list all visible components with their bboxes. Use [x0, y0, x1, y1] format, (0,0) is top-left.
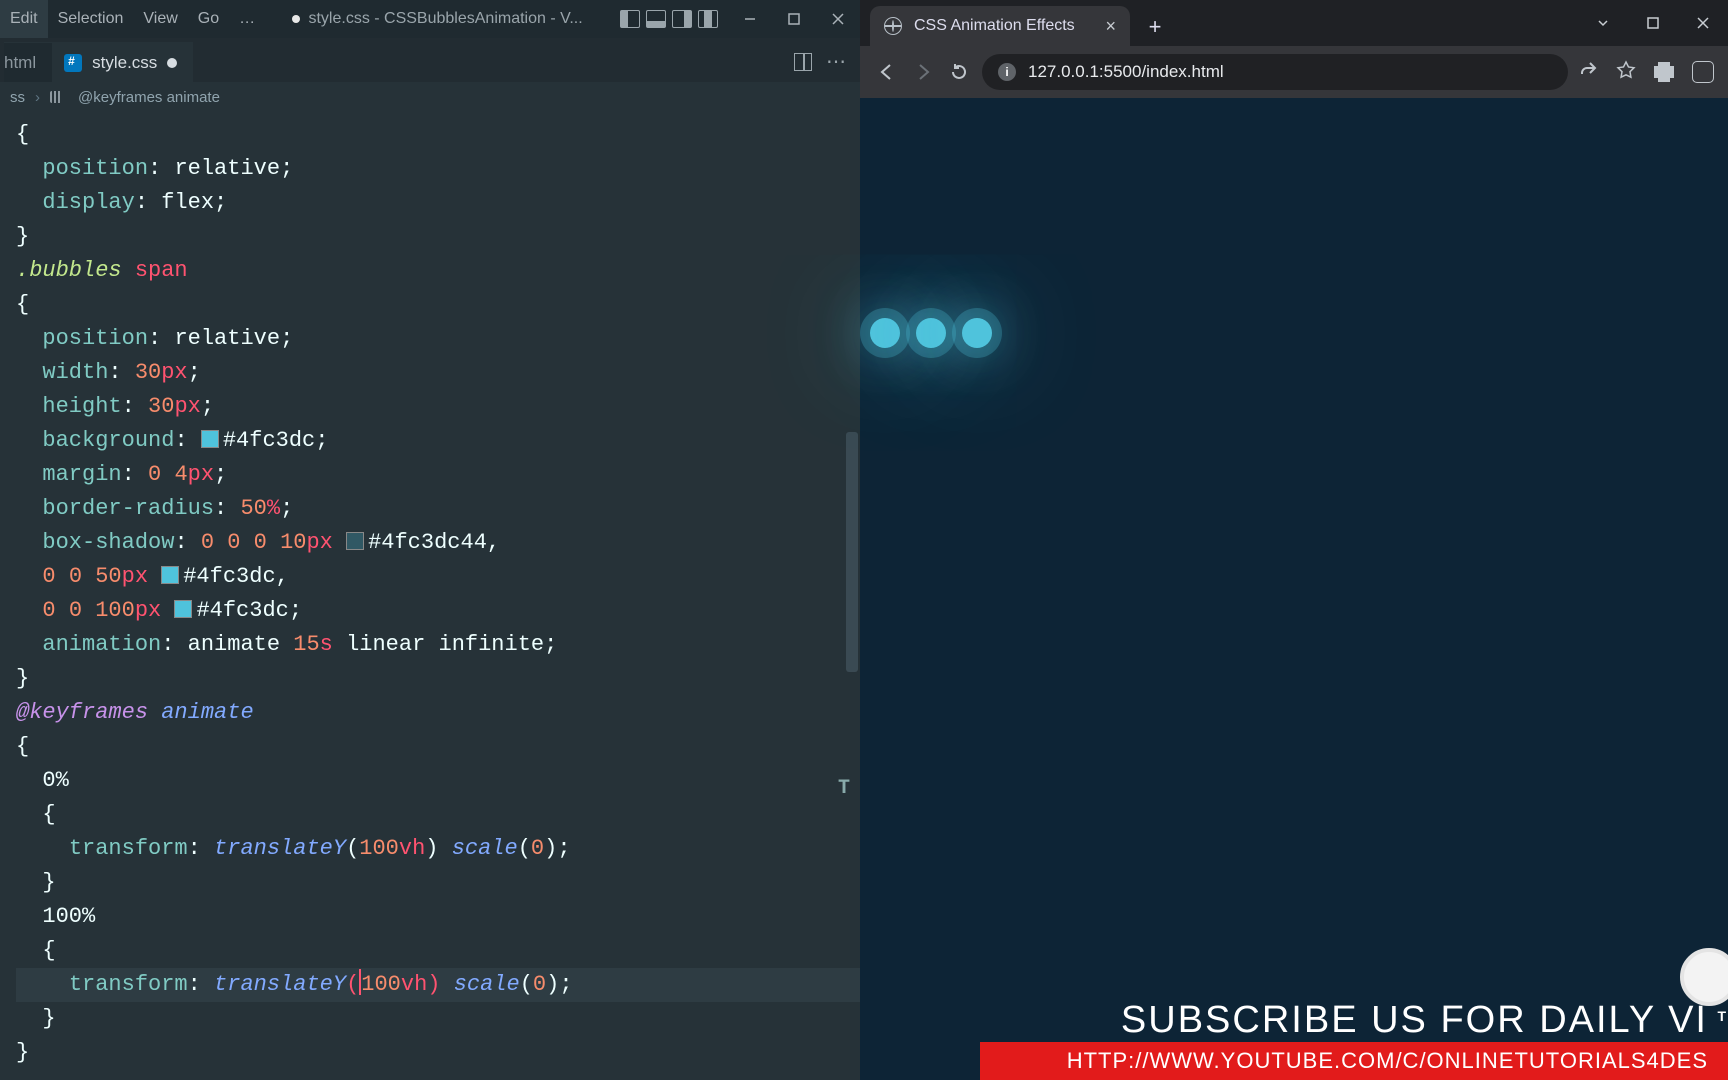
browser-maximize-button[interactable] [1628, 0, 1678, 46]
vscode-titlebar: Edit Selection View Go … style.css - CSS… [0, 0, 860, 38]
bubble [962, 318, 992, 348]
site-info-icon[interactable]: i [998, 63, 1016, 81]
tab-html[interactable]: html [4, 42, 52, 82]
layout-sidebar-left-icon[interactable] [620, 10, 640, 28]
nav-back-button[interactable] [874, 59, 900, 85]
code-editor[interactable]: { position: relative; display: flex; } .… [0, 112, 860, 1080]
breadcrumb[interactable]: ss › @keyframes animate [0, 82, 860, 112]
menu-more[interactable]: … [229, 0, 265, 38]
youtube-overlay: SUBSCRIBE US FOR DAILY VI HTTP://WWW.YOU… [980, 993, 1728, 1080]
bubble [916, 318, 946, 348]
channel-url-text: HTTP://WWW.YOUTUBE.COM/C/ONLINETUTORIALS… [1067, 1048, 1708, 1073]
window-maximize-button[interactable] [772, 0, 816, 38]
browser-window: CSS Animation Effects × + i 127.0.0.1:55… [860, 0, 1728, 1080]
layout-sidebar-right-icon[interactable] [672, 10, 692, 28]
tab-close-icon[interactable]: × [1105, 16, 1116, 37]
bookmark-star-icon[interactable] [1616, 60, 1636, 85]
browser-close-button[interactable] [1678, 0, 1728, 46]
color-swatch-icon[interactable] [161, 566, 179, 584]
browser-tabstrip: CSS Animation Effects × + [860, 0, 1728, 46]
keyframes-symbol-icon [50, 91, 68, 103]
css-file-icon [64, 54, 82, 72]
globe-icon [884, 17, 902, 35]
nav-forward-button[interactable] [910, 59, 936, 85]
page-viewport: T SUBSCRIBE US FOR DAILY VI HTTP://WWW.Y… [860, 98, 1728, 1080]
tab-label: style.css [92, 53, 157, 73]
window-minimize-button[interactable] [728, 0, 772, 38]
tab-actions-more-icon[interactable]: ⋯ [826, 56, 846, 68]
color-swatch-icon[interactable] [174, 600, 192, 618]
breadcrumb-file[interactable]: ss [10, 89, 25, 106]
browser-tab[interactable]: CSS Animation Effects × [870, 6, 1130, 46]
chevron-right-icon: › [35, 89, 40, 106]
window-title: style.css - CSSBubblesAnimation - V... [265, 10, 610, 28]
side-panel-icon[interactable] [1692, 61, 1714, 83]
split-editor-icon[interactable] [794, 53, 812, 71]
tab-modified-icon [167, 58, 177, 68]
browser-tab-title: CSS Animation Effects [914, 17, 1075, 35]
address-bar[interactable]: i 127.0.0.1:5500/index.html [982, 54, 1568, 90]
new-tab-button[interactable]: + [1138, 10, 1172, 44]
browser-toolbar: i 127.0.0.1:5500/index.html [860, 46, 1728, 98]
window-title-text: style.css - CSSBubblesAnimation - V... [308, 10, 582, 28]
modified-dot-icon [292, 15, 300, 23]
minimap-letter: T [838, 772, 858, 800]
editor-scrollbar[interactable] [846, 432, 858, 672]
tab-label: html [4, 53, 36, 73]
bubble [870, 318, 900, 348]
url-text: 127.0.0.1:5500/index.html [1028, 62, 1224, 82]
layout-panel-bottom-icon[interactable] [646, 10, 666, 28]
vscode-window: Edit Selection View Go … style.css - CSS… [0, 0, 860, 1080]
menu-view[interactable]: View [133, 0, 187, 38]
layout-centered-icon[interactable] [698, 10, 718, 28]
window-close-button[interactable] [816, 0, 860, 38]
menu-edit[interactable]: Edit [0, 0, 48, 38]
tab-style-css[interactable]: style.css [52, 42, 193, 82]
menu-selection[interactable]: Selection [48, 0, 134, 38]
layout-controls [610, 10, 728, 28]
breadcrumb-symbol[interactable]: @keyframes animate [78, 89, 220, 106]
editor-tabbar: html style.css ⋯ [0, 38, 860, 82]
subscribe-text: SUBSCRIBE US FOR DAILY VI [1121, 999, 1708, 1041]
color-swatch-icon[interactable] [346, 532, 364, 550]
nav-reload-button[interactable] [946, 59, 972, 85]
extensions-icon[interactable] [1654, 62, 1674, 82]
share-icon[interactable] [1578, 60, 1598, 85]
menu-go[interactable]: Go [188, 0, 229, 38]
color-swatch-icon[interactable] [201, 430, 219, 448]
browser-minimize-button[interactable] [1578, 0, 1628, 46]
